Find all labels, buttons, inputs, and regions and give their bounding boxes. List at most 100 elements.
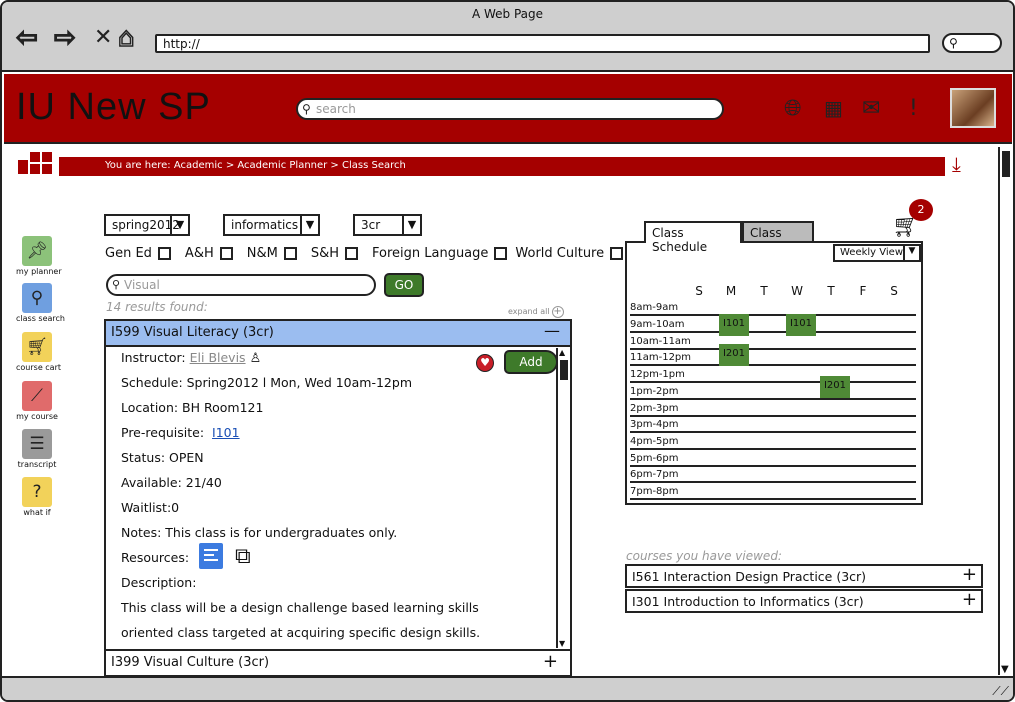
scroll-down-icon[interactable]: ▼ — [1001, 664, 1009, 675]
sidebar-item-class-search[interactable]: ⚲ class search — [16, 283, 65, 323]
resize-grip-icon[interactable]: ⟋⟋ — [992, 684, 1009, 699]
foreign-language-label: Foreign Language — [371, 246, 489, 261]
time-row: 4pm-5pm — [630, 433, 916, 450]
schedule-text: Schedule: Spring2012 l Mon, Wed 10am-12p… — [121, 375, 412, 390]
sidebar-item-course-cart[interactable]: 🛒︎ course cart — [16, 332, 61, 372]
tab-class-schedule[interactable]: Class Schedule — [644, 221, 742, 254]
home-icon[interactable]: ⌂ — [117, 23, 135, 53]
ah-label: A&H — [184, 246, 214, 261]
foreign-language-checkbox[interactable] — [494, 247, 508, 260]
favorite-heart-icon[interactable]: ♥ — [476, 354, 494, 372]
scroll-down-icon[interactable]: ▼ — [559, 639, 565, 648]
search-placeholder: search — [316, 102, 356, 116]
scroll-thumb[interactable] — [560, 360, 568, 380]
department-select[interactable]: informatics ▼ — [223, 214, 320, 236]
go-button[interactable]: GO — [384, 273, 424, 297]
view-select[interactable]: Weekly View ▼ — [833, 244, 921, 262]
calendar-icon[interactable]: ▦ — [824, 96, 843, 120]
schedule-block[interactable]: I201 — [719, 344, 749, 366]
expand-all-button[interactable]: expand all + — [508, 306, 564, 318]
instructor-row: Instructor: Eli Blevis ♙ — [121, 350, 261, 366]
credits-select[interactable]: 3cr ▼ — [353, 214, 422, 236]
prereq-label: Pre-requisite: — [121, 425, 205, 440]
chevron-down-icon: ▼ — [170, 216, 188, 234]
world-culture-checkbox[interactable] — [610, 247, 624, 260]
time-row: 2pm-3pm — [630, 400, 916, 417]
alert-icon[interactable]: ! — [909, 96, 918, 121]
description-line-1: This class will be a design challenge ba… — [121, 600, 479, 615]
time-row: 7pm-8pm — [630, 483, 916, 500]
viewed-course-item[interactable]: I301 Introduction to Informatics (3cr) + — [625, 589, 983, 613]
resources-row: Resources: ⧉ — [121, 543, 251, 569]
sidebar-item-my-planner[interactable]: 📌︎ my planner — [16, 236, 62, 276]
sh-checkbox[interactable] — [344, 247, 358, 260]
category-filters: Gen Ed A&H N&M S&H Foreign Language Worl… — [105, 246, 631, 261]
download-icon[interactable]: ⤓ — [952, 152, 961, 176]
forward-arrow-icon[interactable]: ⇨ — [53, 23, 76, 53]
browser-search-field[interactable]: ⚲ — [942, 33, 1002, 53]
viewed-course-title: I561 Interaction Design Practice (3cr) — [632, 569, 867, 584]
sidebar-item-what-if[interactable]: ? what if — [16, 477, 58, 517]
breadcrumb: You are here: Academic > Academic Planne… — [59, 157, 945, 176]
tab-class-map[interactable]: Class Map — [742, 221, 814, 254]
sidebar-item-my-course[interactable]: ⟋ my course — [16, 381, 58, 421]
expand-plus-icon[interactable]: + — [962, 589, 977, 610]
instructor-label: Instructor: — [121, 350, 186, 365]
time-row: 9am-10am — [630, 316, 916, 333]
class-search-input[interactable]: ⚲ Visual — [106, 274, 376, 296]
viewed-course-title: I301 Introduction to Informatics (3cr) — [632, 594, 864, 609]
url-field[interactable]: http:// — [155, 34, 930, 53]
site-search-input[interactable]: ⚲ search — [296, 98, 724, 120]
class-search-placeholder: Visual — [124, 278, 160, 292]
apps-grid-icon[interactable] — [18, 152, 52, 174]
status-text: Status: OPEN — [121, 450, 204, 465]
view-value: Weekly View — [840, 247, 904, 258]
app-header: IU New SP ⚲ search 🌐︎ ▦ ✉ ! — [4, 74, 1012, 144]
day-header: T — [760, 284, 768, 298]
schedule-block[interactable]: I101 — [719, 314, 749, 336]
back-arrow-icon[interactable]: ⇦ — [15, 23, 38, 53]
day-header: F — [859, 284, 867, 298]
viewed-course-item[interactable]: I561 Interaction Design Practice (3cr) + — [625, 564, 983, 588]
sidebar-item-label: what if — [23, 508, 51, 517]
schedule-block[interactable]: I201 — [820, 376, 850, 398]
sidebar-item-transcript[interactable]: ☰ transcript — [16, 429, 58, 469]
sh-label: S&H — [310, 246, 339, 261]
course-scrollbar[interactable]: ▲ ▼ — [556, 348, 570, 648]
day-header: S — [695, 284, 703, 298]
copy-document-icon[interactable]: ⧉ — [235, 544, 251, 569]
collapse-icon[interactable]: — — [544, 321, 560, 340]
course-row-collapsed[interactable]: I399 Visual Culture (3cr) + — [106, 649, 570, 675]
department-value: informatics — [231, 218, 299, 232]
ah-checkbox[interactable] — [219, 247, 233, 260]
document-icon[interactable] — [199, 543, 224, 569]
instructor-link[interactable]: Eli Blevis — [190, 350, 246, 365]
avatar[interactable] — [950, 88, 996, 128]
page-scrollbar[interactable]: ▼ — [998, 147, 1012, 675]
expand-plus-icon[interactable]: + — [962, 564, 977, 585]
browser-window: A Web Page ⇦ ⇨ ✕ ⌂ http:// ⚲ IU New SP ⚲… — [0, 0, 1015, 702]
cart-count-badge: 2 — [909, 199, 933, 221]
course-header[interactable]: I599 Visual Literacy (3cr) — — [106, 321, 570, 347]
plus-icon: + — [551, 306, 564, 318]
expand-plus-icon[interactable]: + — [543, 651, 558, 672]
nm-checkbox[interactable] — [283, 247, 297, 260]
term-select[interactable]: spring2012 ▼ — [104, 214, 190, 236]
time-row: 6pm-7pm — [630, 466, 916, 483]
credits-value: 3cr — [361, 218, 381, 232]
add-button[interactable]: Add — [504, 350, 558, 374]
gen-ed-checkbox[interactable] — [157, 247, 171, 260]
globe-icon[interactable]: 🌐︎ — [784, 96, 802, 121]
day-header: W — [791, 284, 803, 298]
scroll-thumb[interactable] — [1002, 151, 1010, 177]
time-row: 1pm-2pm — [630, 383, 916, 400]
close-x-icon[interactable]: ✕ — [94, 24, 112, 52]
course-title: I599 Visual Literacy (3cr) — [111, 325, 274, 340]
location-text: Location: BH Room121 — [121, 400, 264, 415]
mail-icon[interactable]: ✉ — [862, 96, 880, 121]
scroll-up-icon[interactable]: ▲ — [559, 348, 565, 357]
schedule-block[interactable]: I101 — [786, 314, 816, 336]
prereq-link[interactable]: I101 — [212, 425, 240, 440]
available-text: Available: 21/40 — [121, 475, 222, 490]
browser-titlebar: A Web Page ⇦ ⇨ ✕ ⌂ http:// ⚲ — [2, 2, 1013, 72]
